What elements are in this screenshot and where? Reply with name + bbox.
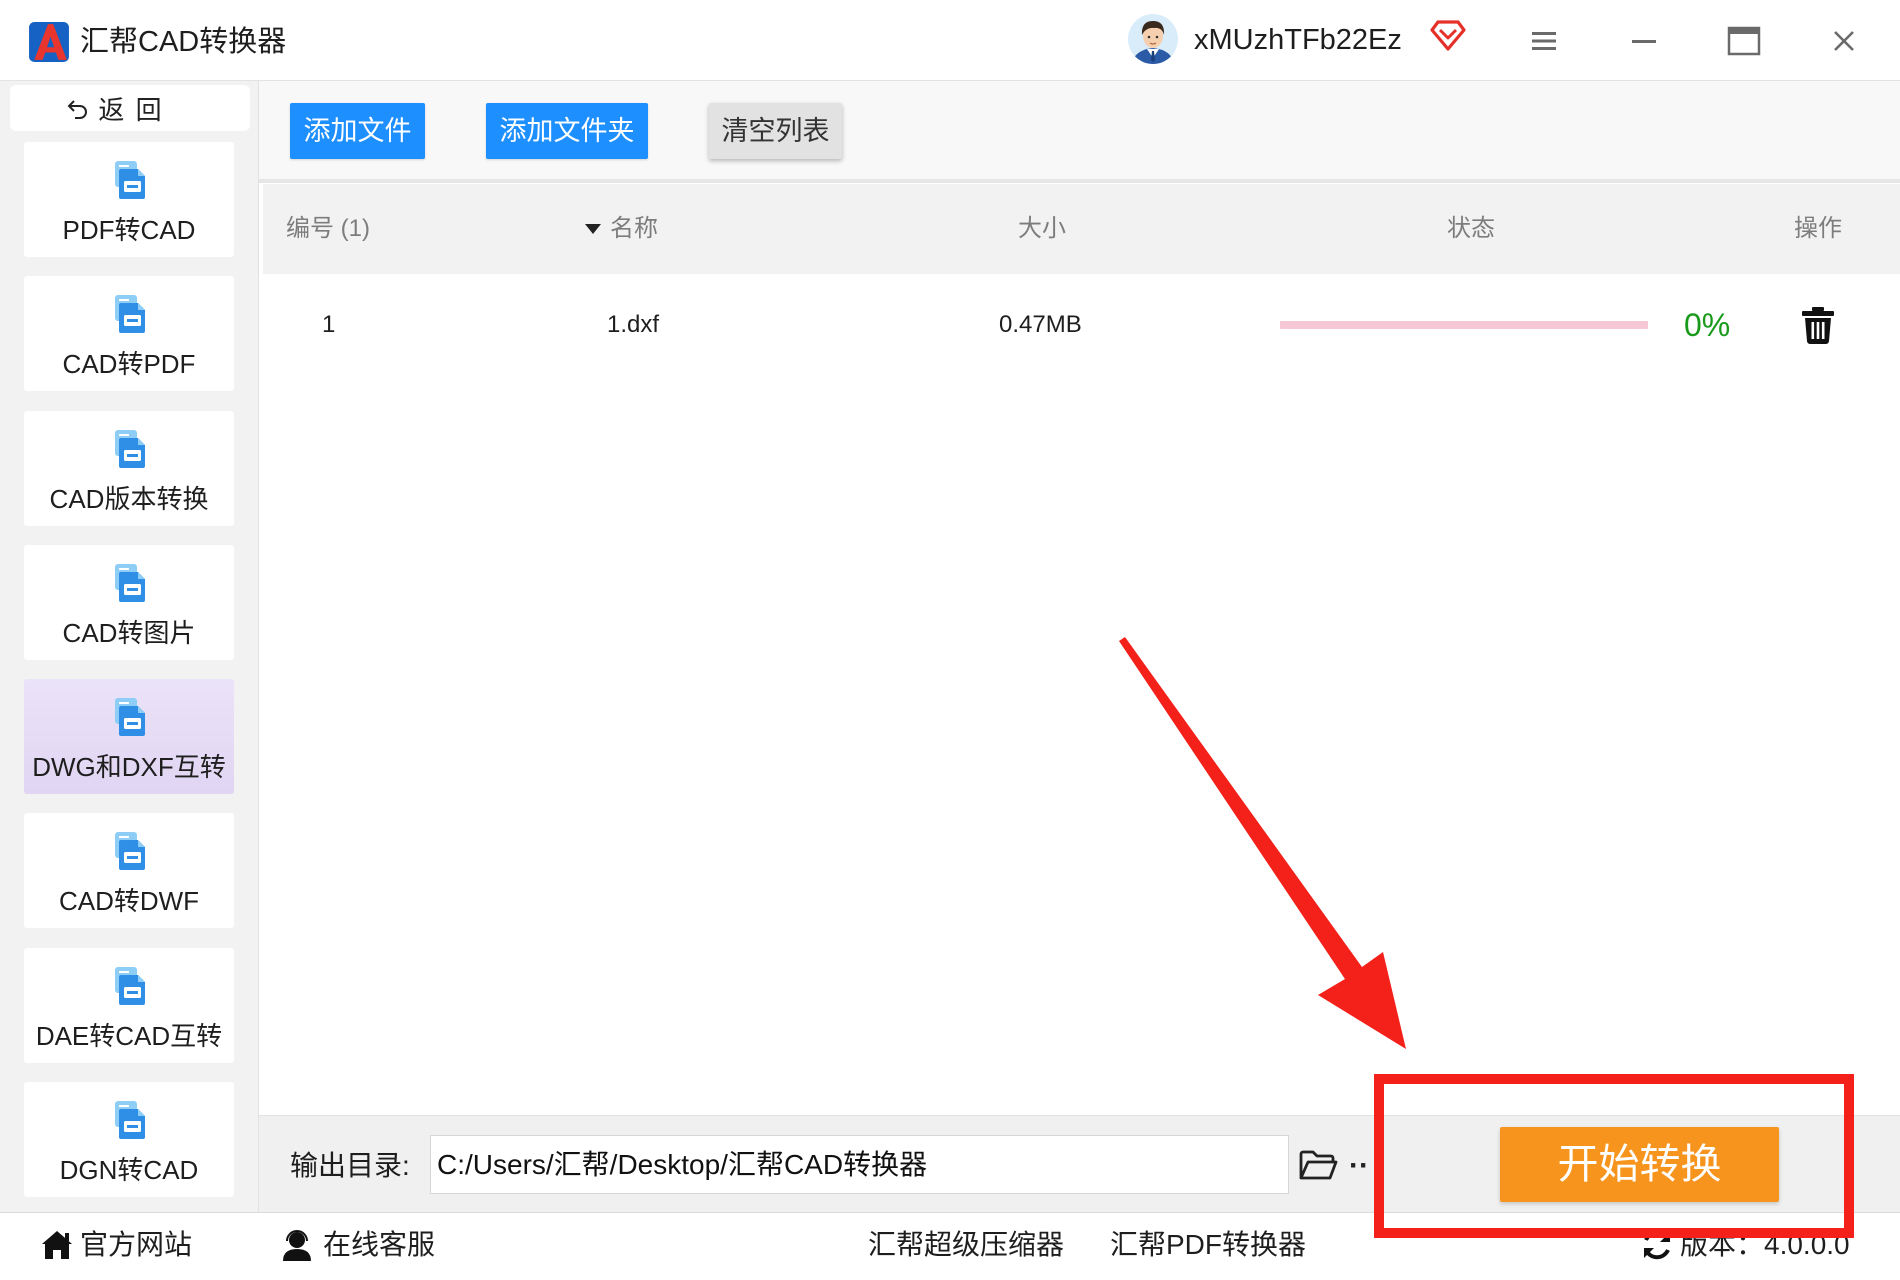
sidebar-item-label: CAD转DWF: [58, 886, 200, 916]
close-button[interactable]: [1826, 24, 1862, 58]
sidebar-item-cad-to-dwf[interactable]: CAD转DWF: [24, 813, 234, 928]
back-arrow-icon: [67, 100, 88, 119]
row-file-name: 1.dxf: [607, 311, 660, 338]
dgn-to-cad-icon: [108, 1099, 150, 1141]
cad-to-pdf-icon: [108, 293, 150, 335]
toolbar-divider: [259, 179, 1900, 183]
app-logo-icon: [29, 22, 69, 62]
progress-percent: 0%: [1684, 307, 1731, 343]
sort-desc-icon[interactable]: [584, 222, 602, 236]
dae-cad-icon: [108, 965, 150, 1007]
annotation-arrow: [1119, 637, 1406, 1049]
home-icon[interactable]: [40, 1228, 74, 1262]
vip-diamond-icon[interactable]: [1430, 17, 1466, 53]
back-button[interactable]: 返 回: [10, 85, 250, 131]
sidebar-item-cad-to-image[interactable]: CAD转图片: [24, 545, 234, 660]
sidebar-item-label: DWG和DXF互转: [32, 752, 226, 782]
avatar-icon[interactable]: [1128, 14, 1178, 64]
sidebar-item-label: CAD转图片: [62, 618, 196, 648]
menu-button[interactable]: [1526, 24, 1562, 58]
official-website-link[interactable]: 官方网站: [80, 1222, 192, 1268]
row-file-size: 0.47MB: [999, 311, 1082, 338]
sidebar-item-pdf-to-cad[interactable]: PDF转CAD: [24, 142, 234, 257]
sidebar-item-cad-version[interactable]: CAD版本转换: [24, 411, 234, 526]
column-header-name[interactable]: 名称: [610, 184, 658, 274]
cad-version-icon: [108, 428, 150, 470]
sidebar-item-dae-cad[interactable]: DAE转CAD互转: [24, 948, 234, 1063]
sidebar-item-label: DAE转CAD互转: [35, 1021, 223, 1051]
back-label: 返 回: [98, 94, 164, 125]
sidebar-item-label: DGN转CAD: [59, 1155, 199, 1185]
maximize-icon: [1727, 26, 1761, 56]
sidebar-item-cad-to-pdf[interactable]: CAD转PDF: [24, 276, 234, 391]
pdf-converter-link[interactable]: 汇帮PDF转换器: [1110, 1222, 1306, 1268]
username[interactable]: xMUzhTFb22Ez: [1194, 18, 1402, 62]
sidebar-item-label: CAD转PDF: [62, 349, 196, 379]
compressor-link[interactable]: 汇帮超级压缩器: [868, 1222, 1064, 1268]
trash-icon[interactable]: [1800, 306, 1836, 344]
online-support-link[interactable]: 在线客服: [323, 1222, 435, 1268]
close-icon: [1834, 31, 1854, 51]
sidebar-item-label: PDF转CAD: [62, 215, 196, 245]
cad-to-image-icon: [108, 562, 150, 604]
output-dir-field[interactable]: C:/Users/汇帮/Desktop/汇帮CAD转换器: [430, 1135, 1289, 1194]
column-header-status: 状态: [1447, 215, 1495, 242]
start-convert-button[interactable]: 开始转换: [1500, 1127, 1779, 1202]
support-icon[interactable]: [280, 1228, 314, 1262]
clear-list-button[interactable]: 清空列表: [709, 103, 842, 159]
column-header-index[interactable]: 编号 (1): [286, 184, 370, 274]
cad-to-dwf-icon: [108, 830, 150, 872]
row-index: 1: [322, 311, 336, 338]
sidebar-item-dwg-dxf[interactable]: DWG和DXF互转: [24, 679, 234, 794]
progress-bar: [1280, 321, 1648, 329]
more-options-button[interactable]: ··: [1349, 1142, 1369, 1190]
app-title: 汇帮CAD转换器: [80, 26, 287, 58]
minimize-button[interactable]: [1626, 24, 1662, 58]
column-header-size[interactable]: 大小: [1018, 184, 1066, 274]
sidebar-item-dgn-to-cad[interactable]: DGN转CAD: [24, 1082, 234, 1197]
maximize-button[interactable]: [1726, 24, 1762, 58]
refresh-icon[interactable]: [1640, 1228, 1674, 1262]
add-folder-button[interactable]: 添加文件夹: [486, 103, 648, 159]
folder-icon[interactable]: [1298, 1148, 1338, 1182]
dwg-dxf-icon: [108, 696, 150, 738]
output-dir-label: 输出目录:: [290, 1150, 410, 1181]
menu-icon: [1532, 32, 1556, 50]
table-header: [263, 184, 1900, 274]
add-file-button[interactable]: 添加文件: [290, 103, 425, 159]
version-label: 版本：4.0.0.0: [1680, 1229, 1850, 1260]
pdf-to-cad-icon: [108, 159, 150, 201]
minimize-icon: [1632, 40, 1656, 43]
column-header-action: 操作: [1794, 215, 1842, 242]
sidebar-item-label: CAD版本转换: [49, 484, 209, 514]
